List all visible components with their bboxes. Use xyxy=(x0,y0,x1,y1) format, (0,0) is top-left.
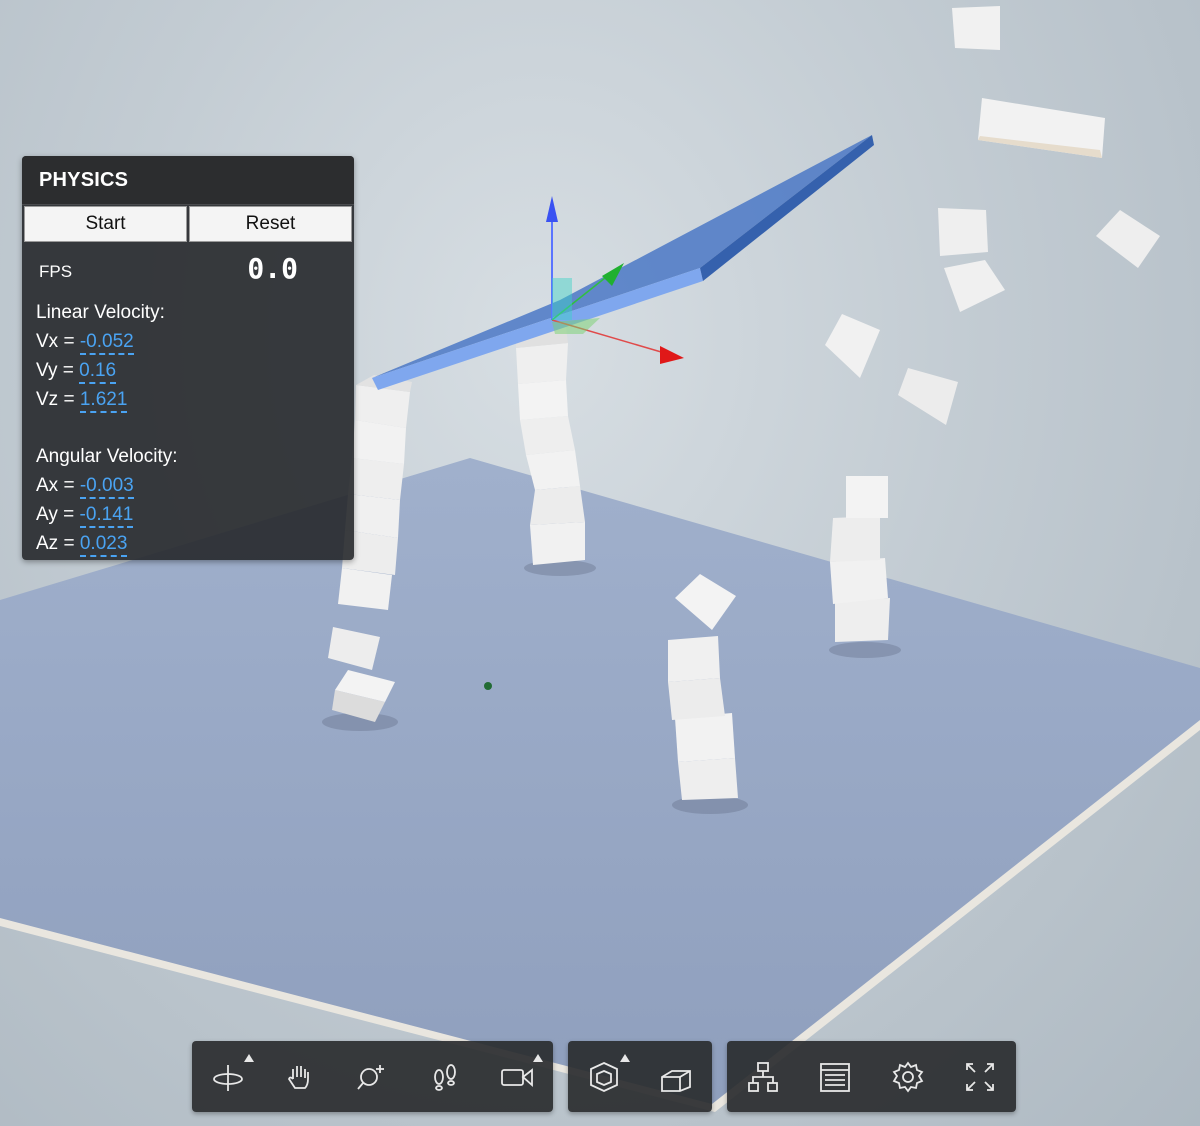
vx-value[interactable]: -0.052 xyxy=(79,331,134,355)
physics-controls: Start Reset xyxy=(24,206,352,242)
first-person-button[interactable] xyxy=(419,1051,471,1103)
model-toolbar xyxy=(568,1041,712,1112)
linear-velocity-heading: Linear Velocity: xyxy=(36,302,165,323)
az-value[interactable]: 0.023 xyxy=(79,533,128,557)
vx-label: Vx = xyxy=(36,331,75,352)
reset-button[interactable]: Reset xyxy=(189,206,352,242)
fullscreen-icon xyxy=(965,1062,994,1091)
fps-value: 0.0 xyxy=(247,252,298,285)
orbit-button[interactable] xyxy=(202,1051,255,1103)
camera-button[interactable] xyxy=(491,1051,543,1103)
pan-hand-icon xyxy=(288,1065,310,1089)
camera-flyout-arrow-icon[interactable] xyxy=(532,1053,543,1062)
ay-row: Ay = -0.141 xyxy=(36,504,134,528)
start-button[interactable]: Start xyxy=(24,206,187,242)
fps-label: FPS xyxy=(39,262,73,281)
cube-stack-back[interactable] xyxy=(830,476,890,642)
explode-model-button[interactable] xyxy=(578,1051,630,1103)
zoom-button[interactable] xyxy=(346,1051,398,1103)
first-person-footsteps-icon xyxy=(433,1063,456,1091)
model-browser-button[interactable] xyxy=(737,1051,789,1103)
vz-value[interactable]: 1.621 xyxy=(79,389,128,413)
vx-row: Vx = -0.052 xyxy=(36,331,134,355)
orbit-flyout-arrow-icon[interactable] xyxy=(244,1053,255,1062)
pivot-point xyxy=(484,682,492,690)
model-browser-icon xyxy=(748,1061,779,1092)
vz-label: Vz = xyxy=(36,389,75,410)
ax-label: Ax = xyxy=(36,475,75,496)
explode-model-icon xyxy=(590,1061,618,1092)
gear-icon xyxy=(892,1061,924,1092)
vz-row: Vz = 1.621 xyxy=(36,389,128,413)
properties-button[interactable] xyxy=(809,1051,861,1103)
ax-row: Ax = -0.003 xyxy=(36,475,134,499)
angular-velocity-heading: Angular Velocity: xyxy=(36,446,178,467)
camera-icon xyxy=(500,1067,533,1087)
vy-value[interactable]: 0.16 xyxy=(79,360,117,384)
selected-plank[interactable] xyxy=(372,135,874,390)
ay-value[interactable]: -0.141 xyxy=(79,504,134,528)
settings-button[interactable] xyxy=(882,1051,934,1103)
fullscreen-button[interactable] xyxy=(954,1051,1006,1103)
section-box-button[interactable] xyxy=(650,1051,702,1103)
panel-title: PHYSICS xyxy=(39,169,129,191)
pan-button[interactable] xyxy=(274,1051,326,1103)
navigation-toolbar xyxy=(192,1041,553,1112)
section-box-icon xyxy=(661,1069,691,1092)
physics-panel-header[interactable]: PHYSICS xyxy=(22,156,354,205)
explode-flyout-arrow-icon[interactable] xyxy=(620,1053,630,1062)
physics-panel: PHYSICS Start Reset FPS 0.0 Linear Veloc… xyxy=(22,156,354,560)
properties-icon xyxy=(820,1062,851,1092)
orbit-icon xyxy=(213,1064,243,1091)
ax-value[interactable]: -0.003 xyxy=(79,475,134,499)
az-label: Az = xyxy=(36,533,75,554)
az-row: Az = 0.023 xyxy=(36,533,128,557)
settings-toolbar xyxy=(727,1041,1016,1112)
ay-label: Ay = xyxy=(36,504,75,525)
zoom-icon xyxy=(357,1064,385,1090)
flying-cubes[interactable] xyxy=(825,6,1160,425)
vy-row: Vy = 0.16 xyxy=(36,360,117,384)
vy-label: Vy = xyxy=(36,360,74,381)
